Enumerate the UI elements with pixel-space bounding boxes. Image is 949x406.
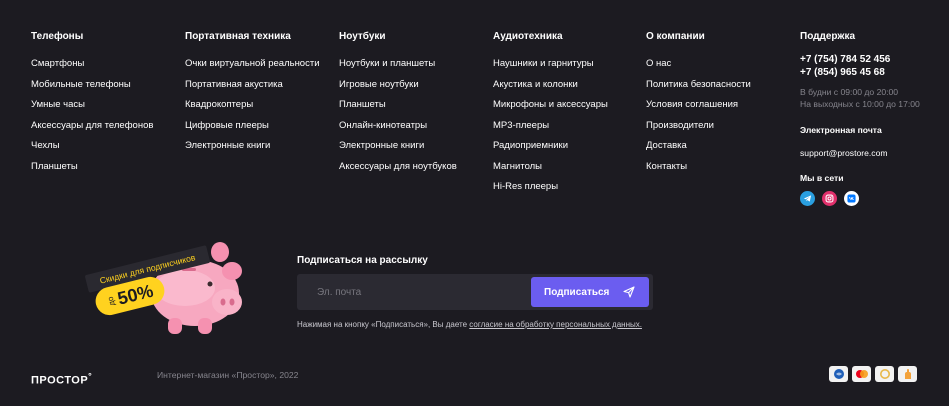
social-links (800, 191, 920, 206)
copyright: Интернет-магазин «Простор», 2022 (157, 370, 299, 380)
logo-circle-icon: ° (88, 371, 93, 381)
footer-link[interactable]: Ноутбуки и планшеты (339, 58, 457, 70)
footer-link[interactable]: Hi-Res плееры (493, 181, 608, 193)
social-label: Мы в сети (800, 173, 844, 183)
column-title[interactable]: Аудиотехника (493, 31, 608, 43)
cash-icon (898, 366, 917, 382)
footer-column-portable: Портативная техника Очки виртуальной реа… (185, 31, 320, 161)
footer-link[interactable]: Условия соглашения (646, 99, 751, 111)
footer-link[interactable]: Контакты (646, 161, 751, 173)
support-phone[interactable]: +7 (854) 965 45 68 (800, 67, 920, 80)
mir-icon (829, 366, 848, 382)
footer-link[interactable]: MP3-плееры (493, 120, 608, 132)
footer-link[interactable]: Доставка (646, 140, 751, 152)
promo-percent: 50% (115, 280, 156, 309)
footer-column-phones: Телефоны Смартфоны Мобильные телефоны Ум… (31, 31, 153, 181)
footer-link[interactable]: Игровые ноутбуки (339, 79, 457, 91)
working-hours: На выходных с 10:00 до 17:00 (800, 98, 920, 109)
footer-link[interactable]: Мобильные телефоны (31, 79, 153, 91)
footer-link[interactable]: Чехлы (31, 140, 153, 152)
column-title[interactable]: О компании (646, 31, 751, 43)
footer-link[interactable]: Аксессуары для ноутбуков (339, 161, 457, 173)
newsletter-title: Подписаться на рассылку (297, 255, 428, 266)
footer-link[interactable]: Очки виртуальной реальности (185, 58, 320, 70)
footer-column-audio: Аудиотехника Наушники и гарнитуры Акусти… (493, 31, 608, 202)
vk-icon[interactable] (844, 191, 859, 206)
footer-column-laptops: Ноутбуки Ноутбуки и планшеты Игровые ноу… (339, 31, 457, 181)
consent-note: Нажимая на кнопку «Подписаться», Вы дает… (297, 320, 657, 330)
newsletter-section: Подписаться на рассылку Подписаться Нажи… (297, 255, 657, 330)
footer-link[interactable]: Магнитолы (493, 161, 608, 173)
column-title[interactable]: Телефоны (31, 31, 153, 43)
footer-link[interactable]: Умные часы (31, 99, 153, 111)
subscribe-button-label: Подписаться (544, 286, 610, 298)
footer-link[interactable]: Акустика и колонки (493, 79, 608, 91)
footer-link[interactable]: Наушники и гарнитуры (493, 58, 608, 70)
visa-icon (875, 366, 894, 382)
logo-text: ПРОСТОР (31, 374, 89, 387)
footer-link[interactable]: Производители (646, 120, 751, 132)
footer-link[interactable]: О нас (646, 58, 751, 70)
footer-link[interactable]: Электронные книги (339, 140, 457, 152)
footer-link[interactable]: Микрофоны и аксессуары (493, 99, 608, 111)
footer-link[interactable]: Электронные книги (185, 140, 320, 152)
subscriber-promo: Скидки для подписчиков до 50% (80, 238, 260, 348)
instagram-icon[interactable] (822, 191, 837, 206)
footer-column-company: О компании О нас Политика безопасности У… (646, 31, 751, 181)
send-icon (623, 286, 635, 298)
promo-prefix: до (106, 295, 118, 307)
consent-link[interactable]: согласие на обработку персональных данны… (469, 320, 642, 329)
email-label: Электронная почта (800, 125, 882, 135)
footer-link[interactable]: Смартфоны (31, 58, 153, 70)
footer-link[interactable]: Планшеты (31, 161, 153, 173)
footer-link[interactable]: Онлайн-кинотеатры (339, 120, 457, 132)
email-field[interactable] (297, 274, 522, 310)
footer-link[interactable]: Портативная акустика (185, 79, 320, 91)
working-hours: В будни с 09:00 до 20:00 (800, 87, 899, 97)
footer-link[interactable]: Политика безопасности (646, 79, 751, 91)
support-phone[interactable]: +7 (754) 784 52 456 (800, 54, 920, 67)
subscribe-button[interactable]: Подписаться (531, 277, 649, 307)
consent-text: Нажимая на кнопку «Подписаться», Вы дает… (297, 320, 470, 329)
footer-link[interactable]: Цифровые плееры (185, 120, 320, 132)
column-title: Поддержка (800, 31, 856, 42)
support-email[interactable]: support@prostore.com (800, 148, 920, 159)
telegram-icon[interactable] (800, 191, 815, 206)
footer-link[interactable]: Аксессуары для телефонов (31, 120, 153, 132)
column-title[interactable]: Портативная техника (185, 31, 320, 43)
column-title[interactable]: Ноутбуки (339, 31, 457, 43)
footer-link[interactable]: Планшеты (339, 99, 457, 111)
footer-link[interactable]: Радиоприемники (493, 140, 608, 152)
newsletter-form: Подписаться (297, 274, 653, 310)
site-logo[interactable]: ПРОСТОР° (31, 371, 92, 387)
footer-column-support: Поддержка +7 (754) 784 52 456 +7 (854) 9… (800, 31, 920, 206)
mastercard-icon (852, 366, 871, 382)
footer-link[interactable]: Квадрокоптеры (185, 99, 320, 111)
payment-methods (829, 366, 917, 382)
